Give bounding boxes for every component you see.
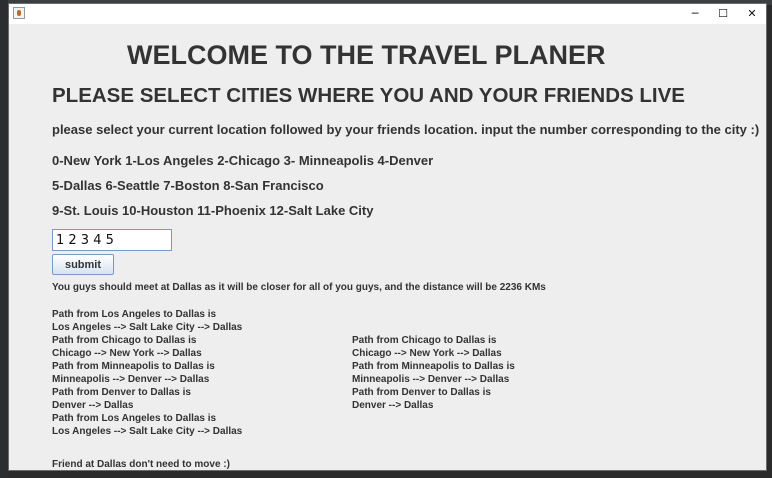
path-line: Los Angeles --> Salt Lake City --> Dalla… — [52, 322, 243, 333]
path-line: Los Angeles --> Salt Lake City --> Dalla… — [52, 426, 243, 437]
path-line: Minneapolis --> Denver --> Dallas — [52, 374, 210, 385]
path-line: Path from Los Angeles to Dallas is — [52, 413, 217, 424]
path-line: Chicago --> New York --> Dallas — [352, 348, 502, 359]
main-panel: WELCOME TO THE TRAVEL PLANER PLEASE SELE… — [9, 24, 766, 470]
java-app-icon — [13, 7, 25, 19]
path-line: Path from Chicago to Dallas is — [352, 335, 497, 346]
path-line: Path from Denver to Dallas is — [352, 387, 491, 398]
path-line: Path from Los Angeles to Dallas is — [52, 309, 217, 320]
path-line: Chicago --> New York --> Dallas — [52, 348, 202, 359]
city-numbers-input[interactable] — [52, 229, 172, 251]
city-list-line: 0-New York 1-Los Angeles 2-Chicago 3- Mi… — [52, 153, 434, 168]
city-list-line: 9-St. Louis 10-Houston 11-Phoenix 12-Sal… — [52, 203, 374, 218]
close-button[interactable]: ✕ — [738, 4, 766, 24]
page-subtitle: PLEASE SELECT CITIES WHERE YOU AND YOUR … — [52, 84, 685, 107]
path-line: Denver --> Dallas — [52, 400, 134, 411]
path-line: Denver --> Dallas — [352, 400, 434, 411]
page-title: WELCOME TO THE TRAVEL PLANER — [127, 40, 606, 70]
maximize-button[interactable]: ☐ — [709, 4, 737, 24]
footer-note: Friend at Dallas don't need to move :) — [52, 459, 230, 470]
title-bar[interactable]: ─ ☐ ✕ — [9, 4, 766, 24]
path-line: Path from Denver to Dallas is — [52, 387, 191, 398]
travel-planner-window: ─ ☐ ✕ WELCOME TO THE TRAVEL PLANER PLEAS… — [8, 3, 767, 471]
instruction-text: please select your current location foll… — [52, 122, 760, 137]
minimize-button[interactable]: ─ — [681, 4, 709, 24]
result-message: You guys should meet at Dallas as it wil… — [52, 282, 546, 293]
path-line: Path from Chicago to Dallas is — [52, 335, 197, 346]
path-line: Minneapolis --> Denver --> Dallas — [352, 374, 510, 385]
submit-button[interactable]: submit — [52, 254, 114, 275]
path-line: Path from Minneapolis to Dallas is — [52, 361, 215, 372]
city-list-line: 5-Dallas 6-Seattle 7-Boston 8-San Franci… — [52, 178, 324, 193]
background-ide-strip — [0, 0, 8, 478]
path-line: Path from Minneapolis to Dallas is — [352, 361, 515, 372]
